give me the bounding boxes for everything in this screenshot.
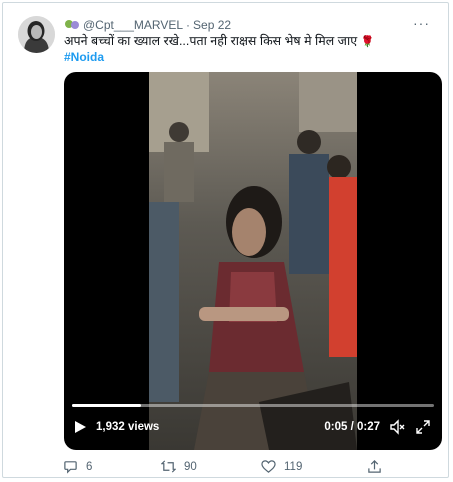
video-frame xyxy=(149,72,357,450)
tweet-header: @Cpt___MARVEL · Sep 22 xyxy=(64,16,231,34)
progress-bar[interactable] xyxy=(72,404,434,407)
emoji-icon xyxy=(65,20,79,29)
view-count: 1,932 views xyxy=(96,421,160,433)
more-icon[interactable]: ··· xyxy=(413,15,430,31)
user-handle[interactable]: @Cpt___MARVEL xyxy=(83,18,183,32)
play-icon[interactable] xyxy=(73,420,87,434)
reply-icon xyxy=(64,461,77,474)
retweet-icon xyxy=(161,460,176,473)
fullscreen-icon[interactable] xyxy=(415,419,431,435)
avatar[interactable] xyxy=(18,16,55,53)
share-icon xyxy=(368,460,381,473)
progress-fill xyxy=(72,404,141,407)
share-button[interactable] xyxy=(367,459,390,474)
retweet-count: 90 xyxy=(184,460,197,473)
mute-icon[interactable] xyxy=(389,419,405,435)
tweet-text: अपने बच्चों का ख्याल रखे...पता नही राक्ष… xyxy=(64,33,374,51)
separator: · xyxy=(186,18,191,32)
tweet-date[interactable]: Sep 22 xyxy=(193,18,231,32)
hashtag-link[interactable]: #Noida xyxy=(64,50,104,64)
tweet-body: अपने बच्चों का ख्याल रखे...पता नही राक्ष… xyxy=(64,34,358,48)
tweet-card: @Cpt___MARVEL · Sep 22 ··· अपने बच्चों क… xyxy=(2,2,449,478)
video-controls: 1,932 views 0:05 / 0:27 xyxy=(64,400,442,450)
video-time: 0:05 / 0:27 xyxy=(324,421,380,433)
retweet-button[interactable]: 90 xyxy=(161,459,197,474)
video-player[interactable]: 1,932 views 0:05 / 0:27 xyxy=(64,72,442,450)
reply-button[interactable]: 6 xyxy=(63,459,92,474)
action-bar: 6 90 119 xyxy=(63,459,393,477)
reply-count: 6 xyxy=(86,460,93,473)
rose-emoji: 🌹 xyxy=(360,36,375,48)
avatar-photo xyxy=(18,16,55,53)
like-button[interactable]: 119 xyxy=(261,459,302,474)
like-icon xyxy=(261,460,276,473)
like-count: 119 xyxy=(284,460,303,473)
